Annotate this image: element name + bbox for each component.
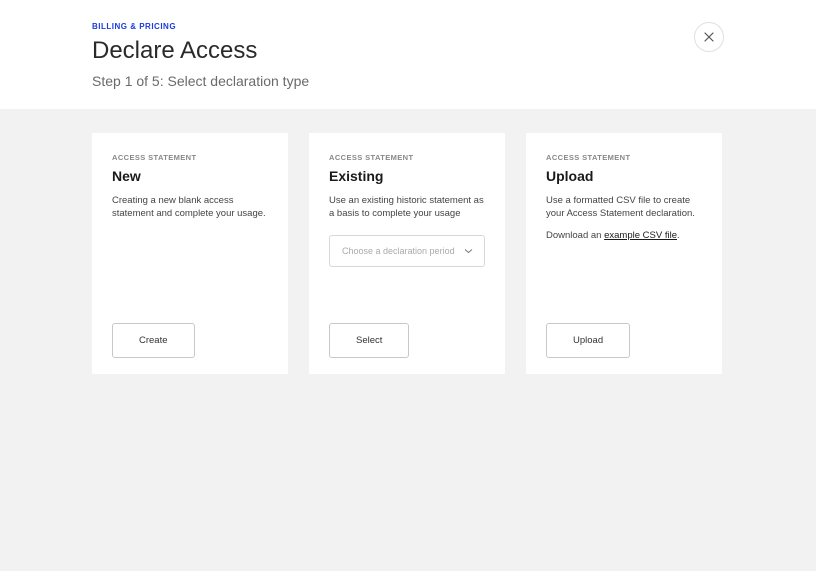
page-header: BILLING & PRICING Declare Access Step 1 … [0, 0, 816, 109]
download-suffix: . [677, 230, 680, 241]
card-title-upload: Upload [546, 168, 702, 184]
card-upload: ACCESS STATEMENT Upload Use a formatted … [526, 133, 722, 374]
declaration-period-select[interactable]: Choose a declaration period [329, 235, 485, 267]
upload-button[interactable]: Upload [546, 323, 630, 358]
card-eyebrow: ACCESS STATEMENT [546, 153, 702, 162]
step-subtitle: Step 1 of 5: Select declaration type [92, 73, 724, 89]
declaration-period-select-wrapper: Choose a declaration period [329, 235, 485, 267]
card-eyebrow: ACCESS STATEMENT [112, 153, 268, 162]
card-desc-new: Creating a new blank access statement an… [112, 194, 268, 221]
close-icon [704, 32, 714, 42]
card-title-existing: Existing [329, 168, 485, 184]
card-new: ACCESS STATEMENT New Creating a new blan… [92, 133, 288, 374]
cards-container: ACCESS STATEMENT New Creating a new blan… [0, 109, 816, 398]
download-prefix: Download an [546, 230, 604, 241]
card-eyebrow: ACCESS STATEMENT [329, 153, 485, 162]
card-desc-existing: Use an existing historic statement as a … [329, 194, 485, 221]
download-line: Download an example CSV file. [546, 229, 702, 242]
card-desc-upload: Use a formatted CSV file to create your … [546, 194, 702, 221]
header-eyebrow: BILLING & PRICING [92, 22, 724, 31]
example-csv-link[interactable]: example CSV file [604, 230, 677, 241]
page-title: Declare Access [92, 37, 724, 65]
select-button[interactable]: Select [329, 323, 409, 358]
close-button[interactable] [694, 22, 724, 52]
card-title-new: New [112, 168, 268, 184]
create-button[interactable]: Create [112, 323, 195, 358]
card-existing: ACCESS STATEMENT Existing Use an existin… [309, 133, 505, 374]
